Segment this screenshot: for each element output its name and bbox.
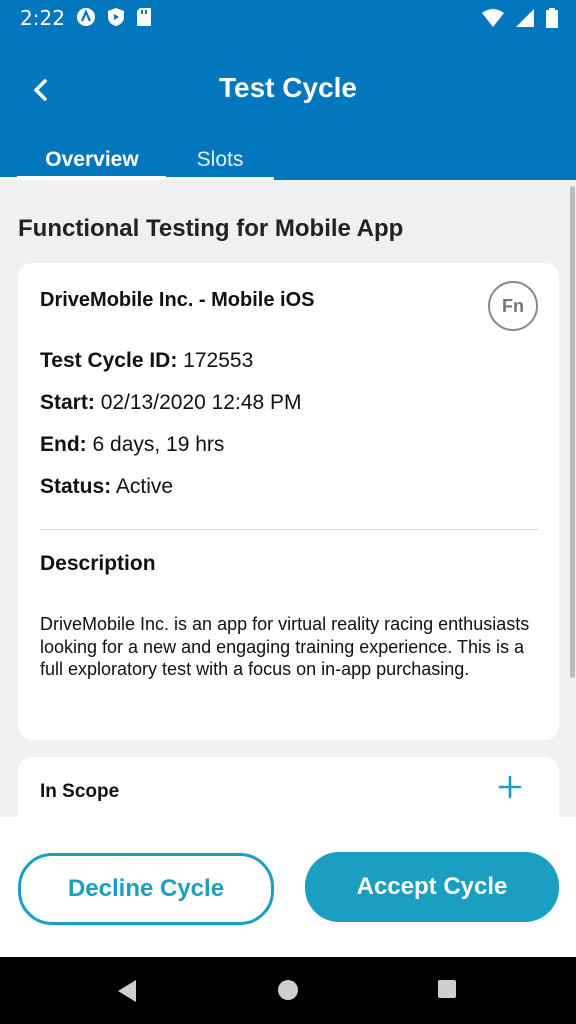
type-badge: Fn <box>488 281 538 331</box>
divider <box>40 529 538 530</box>
tab-slots[interactable]: Slots <box>188 148 252 172</box>
company-name: DriveMobile Inc. - Mobile iOS <box>40 289 315 311</box>
nav-recents-icon[interactable] <box>437 979 457 999</box>
page-title: Test Cycle <box>219 72 357 103</box>
nav-back-icon[interactable] <box>116 979 138 1003</box>
accept-cycle-button[interactable]: Accept Cycle <box>305 852 559 922</box>
nav-home-icon[interactable] <box>277 979 299 1001</box>
in-scope-label: In Scope <box>40 781 120 802</box>
description-heading: Description <box>40 552 156 575</box>
battery-icon <box>546 8 558 28</box>
sd-card-icon <box>137 8 151 26</box>
status-value: Active <box>115 475 174 498</box>
plus-icon[interactable] <box>498 775 522 799</box>
shield-notification-icon <box>108 8 124 26</box>
notification-icons <box>76 7 152 27</box>
system-icons <box>482 8 558 28</box>
start-label: Start: <box>40 391 95 414</box>
end-time: End: 6 days, 19 hrs <box>40 433 224 457</box>
end-label: End: <box>40 433 87 456</box>
id-label: Test Cycle ID: <box>40 349 178 372</box>
description-text: DriveMobile Inc. is an app for virtual r… <box>40 614 530 679</box>
test-cycle-id: Test Cycle ID: 172553 <box>40 349 253 373</box>
status-time: 2:22 <box>20 6 65 30</box>
cycle-details-card: DriveMobile Inc. - Mobile iOS Fn Test Cy… <box>18 263 559 740</box>
status-label: Status: <box>40 475 112 498</box>
app-notification-icon <box>77 8 95 26</box>
start-date: Start: 02/13/2020 12:48 PM <box>40 391 302 415</box>
decline-cycle-button[interactable]: Decline Cycle <box>18 853 274 925</box>
system-nav-bar <box>0 957 576 1024</box>
action-bar: Decline Cycle Accept Cycle <box>0 817 576 957</box>
app-bar: Test Cycle Overview Slots <box>0 34 576 180</box>
wifi-icon <box>482 9 504 27</box>
start-value: 02/13/2020 12:48 PM <box>100 391 302 414</box>
status: Status: Active <box>40 475 173 499</box>
end-value: 6 days, 19 hrs <box>92 433 225 456</box>
signal-icon <box>516 9 534 27</box>
tab-overview[interactable]: Overview <box>18 148 166 172</box>
scrollbar[interactable] <box>570 186 575 678</box>
active-tab-indicator <box>17 176 166 180</box>
cycle-heading: Functional Testing for Mobile App <box>18 215 404 242</box>
status-bar: 2:22 <box>0 0 576 34</box>
id-value: 172553 <box>183 349 254 372</box>
